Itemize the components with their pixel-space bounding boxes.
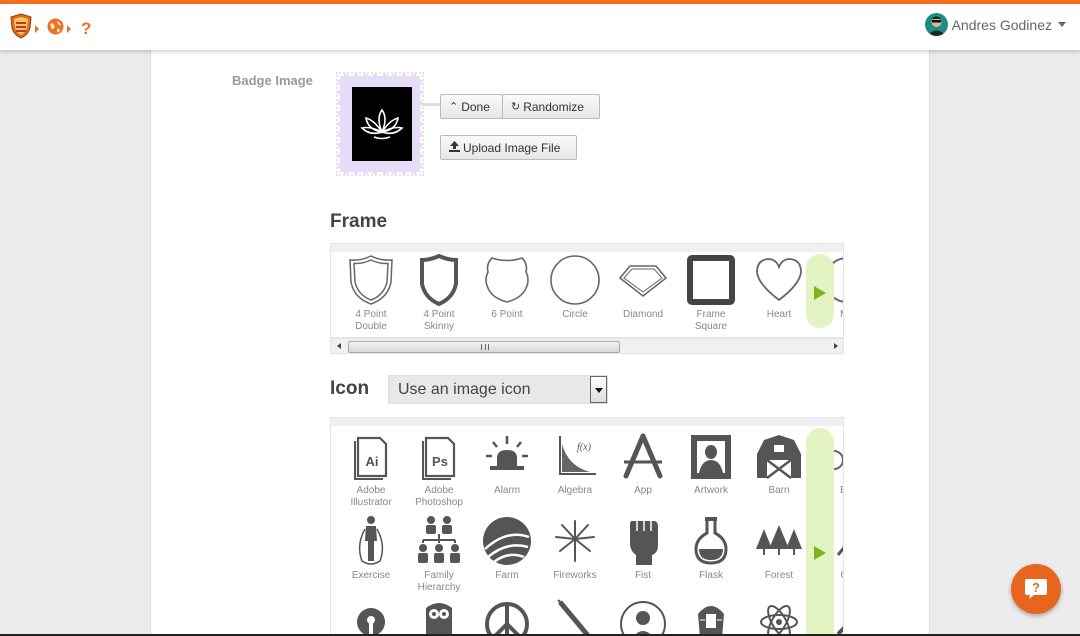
help-icon[interactable]: ? xyxy=(81,19,91,39)
adobe-illustrator-icon: Ai xyxy=(354,436,388,480)
icon-option[interactable]: Fist xyxy=(612,515,674,582)
frame-strip[interactable]: 4 Point Double 4 Point Skinny 6 Point Ci… xyxy=(330,243,844,338)
artwork-icon xyxy=(691,435,731,479)
scrollbar-thumb[interactable] xyxy=(348,341,620,353)
diamond-frame-icon xyxy=(618,265,668,298)
keyhole-icon xyxy=(357,608,385,636)
user-menu[interactable]: Andres Godinez xyxy=(924,13,1066,36)
frame-option[interactable]: 6 Point xyxy=(476,254,538,321)
icon-option[interactable]: Barn xyxy=(748,432,810,497)
icon-section-title: Icon xyxy=(330,378,370,399)
upload-image-button[interactable]: Upload Image File xyxy=(440,135,577,160)
top-navbar: ? Andres Godinez xyxy=(0,0,1080,50)
globe-icon[interactable] xyxy=(47,18,64,40)
frame-option[interactable]: Diamond xyxy=(612,254,674,321)
heart-frame-icon xyxy=(756,258,802,302)
icon-option[interactable]: Family Hierarchy xyxy=(408,515,470,594)
chevron-up-icon: ⌃ xyxy=(449,101,459,113)
icon-option[interactable] xyxy=(408,598,470,636)
barn-icon xyxy=(757,435,801,479)
upload-icon xyxy=(449,140,460,155)
family-hierarchy-icon xyxy=(418,516,460,563)
atom-icon xyxy=(760,605,798,636)
refresh-icon: ↻ xyxy=(511,101,521,113)
chat-help-icon: ? xyxy=(1025,579,1047,599)
forest-icon xyxy=(756,525,802,555)
icon-option[interactable] xyxy=(544,598,606,636)
icon-option[interactable]: Ai Adobe Illustrator xyxy=(340,432,402,509)
fist-icon xyxy=(630,521,658,565)
icon-option[interactable]: Fireworks xyxy=(544,515,606,582)
peace-icon xyxy=(485,602,529,636)
icon-option[interactable]: App xyxy=(612,432,674,497)
nav-left: ? xyxy=(10,13,91,44)
scroll-next-button[interactable] xyxy=(806,428,834,636)
icon-option[interactable] xyxy=(680,598,742,636)
exercise-icon xyxy=(358,516,384,565)
svg-text:Ai: Ai xyxy=(366,454,379,469)
square-frame-icon xyxy=(687,255,735,305)
scroll-right-icon[interactable] xyxy=(834,343,838,349)
icon-option[interactable]: Flask xyxy=(680,515,742,582)
icon-option[interactable]: Exercise xyxy=(340,515,402,582)
icon-option[interactable]: f(x) Algebra xyxy=(544,432,606,497)
scroll-left-icon[interactable] xyxy=(337,343,341,349)
user-name: Andres Godinez xyxy=(951,16,1052,33)
badge-preview xyxy=(336,72,424,176)
connector-line xyxy=(421,103,441,106)
icon-strip[interactable]: Ai Adobe Illustrator Ps Adobe Photoshop … xyxy=(330,417,844,636)
fireworks-icon xyxy=(555,520,595,562)
frame-option[interactable]: 4 Point Skinny xyxy=(408,254,470,333)
icon-type-select[interactable]: Use an image icon xyxy=(388,375,608,404)
person-icon xyxy=(620,601,666,636)
icon-option[interactable]: Forest xyxy=(748,515,810,582)
icon-option[interactable] xyxy=(748,598,810,636)
lotus-icon xyxy=(360,108,404,140)
play-arrow-icon xyxy=(814,546,826,560)
shield-logo-icon[interactable] xyxy=(10,13,32,44)
icon-option[interactable] xyxy=(612,598,674,636)
frame-scrollbar[interactable] xyxy=(330,338,844,354)
chevron-down-icon xyxy=(1058,22,1066,27)
icon-option[interactable]: Farm xyxy=(476,515,538,582)
scroll-next-button[interactable] xyxy=(806,254,834,328)
icon-option[interactable]: Artwork xyxy=(680,432,742,497)
caret-right-icon[interactable] xyxy=(67,24,71,33)
frame-option[interactable]: Frame Square xyxy=(680,254,742,333)
chat-help-button[interactable]: ? xyxy=(1011,564,1061,614)
randomize-button[interactable]: ↻ Randomize xyxy=(502,94,600,119)
icon-option[interactable]: Alarm xyxy=(476,432,538,497)
chevron-down-icon[interactable] xyxy=(590,376,607,403)
shield-skinny-icon xyxy=(420,254,458,306)
badge-icon-tile xyxy=(352,87,412,161)
avatar xyxy=(924,13,948,36)
pen-icon xyxy=(557,599,592,636)
frame-option[interactable]: Circle xyxy=(544,254,606,321)
frame-option[interactable]: Heart xyxy=(748,254,810,321)
svg-text:?: ? xyxy=(1032,580,1040,595)
svg-text:Ps: Ps xyxy=(432,454,448,469)
icon-option[interactable]: Ps Adobe Photoshop xyxy=(408,432,470,509)
shield-double-icon xyxy=(349,255,393,305)
flask-icon xyxy=(694,517,728,565)
adobe-photoshop-icon: Ps xyxy=(422,436,456,480)
icon-option[interactable] xyxy=(340,598,402,636)
pharaoh-icon xyxy=(698,606,724,636)
frame-option[interactable]: 4 Point Double xyxy=(340,254,402,333)
shield-six-point-icon xyxy=(485,257,529,303)
done-button[interactable]: ⌃ Done xyxy=(440,94,503,119)
icon-option[interactable] xyxy=(476,598,538,636)
algebra-icon: f(x) xyxy=(559,436,596,475)
alarm-icon xyxy=(486,436,528,470)
badge-image-label: Badge Image xyxy=(232,73,313,88)
farm-icon xyxy=(483,517,531,565)
app-icon xyxy=(623,433,663,479)
caret-right-icon[interactable] xyxy=(35,24,39,33)
owl-icon xyxy=(426,603,452,636)
play-arrow-icon xyxy=(814,286,826,300)
svg-text:f(x): f(x) xyxy=(577,442,592,453)
frame-section-title: Frame xyxy=(330,211,388,232)
circle-frame-icon xyxy=(550,255,600,305)
